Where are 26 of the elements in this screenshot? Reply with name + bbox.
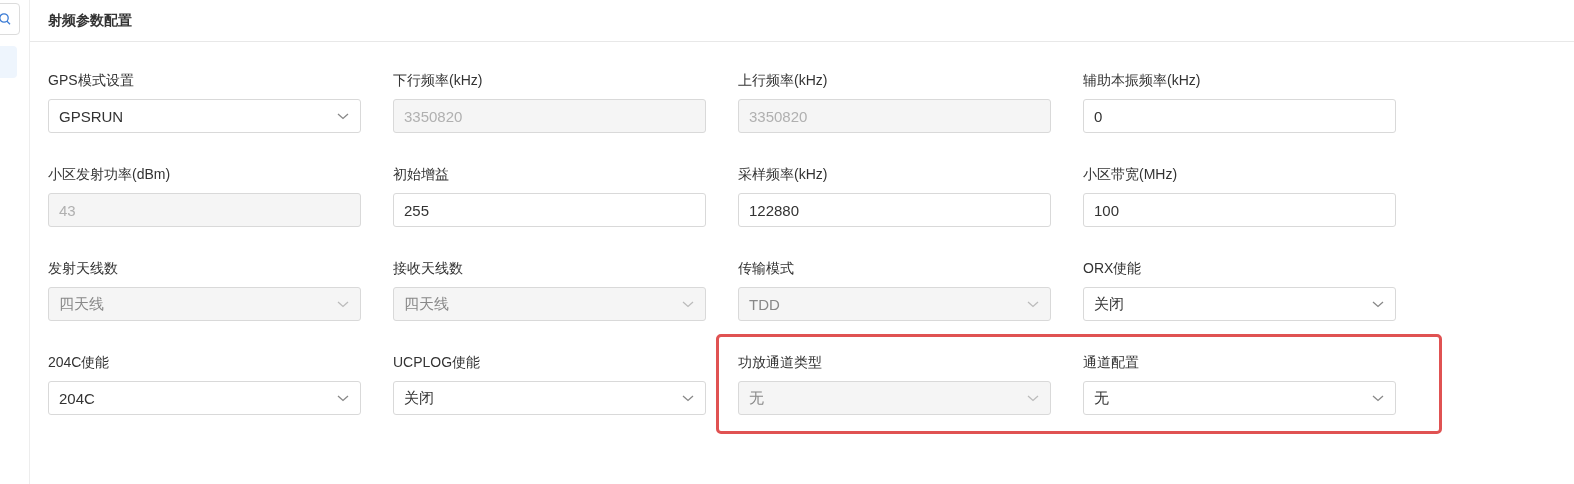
field-label: 采样频率(kHz)	[738, 165, 828, 184]
section-title: 射频参数配置	[48, 11, 132, 30]
search-icon	[0, 12, 11, 26]
select-field[interactable]: 关闭	[1083, 287, 1396, 321]
input-field[interactable]: 255	[393, 193, 706, 227]
field-label: 辅助本振频率(kHz)	[1083, 71, 1201, 90]
field-label: 通道配置	[1083, 353, 1139, 372]
select-field[interactable]: GPSRUN	[48, 99, 361, 133]
field-label: 功放通道类型	[738, 353, 822, 372]
field-label: 传输模式	[738, 259, 794, 278]
field-label: 小区发射功率(dBm)	[48, 165, 171, 184]
field-label: ORX使能	[1083, 259, 1142, 278]
select-field[interactable]: 关闭	[393, 381, 706, 415]
field-label: 接收天线数	[393, 259, 463, 278]
field-label: 上行频率(kHz)	[738, 71, 828, 90]
field-label: UCPLOG使能	[393, 353, 481, 372]
field-label: GPS模式设置	[48, 71, 134, 90]
field-label: 下行频率(kHz)	[393, 71, 483, 90]
input-field[interactable]: 122880	[738, 193, 1051, 227]
field-label: 初始增益	[393, 165, 449, 184]
field-label: 小区带宽(MHz)	[1083, 165, 1178, 184]
select-field[interactable]: 204C	[48, 381, 361, 415]
input-field[interactable]: 100	[1083, 193, 1396, 227]
field-label: 发射天线数	[48, 259, 118, 278]
input-field[interactable]: 0	[1083, 99, 1396, 133]
field-label: 204C使能	[48, 353, 110, 372]
